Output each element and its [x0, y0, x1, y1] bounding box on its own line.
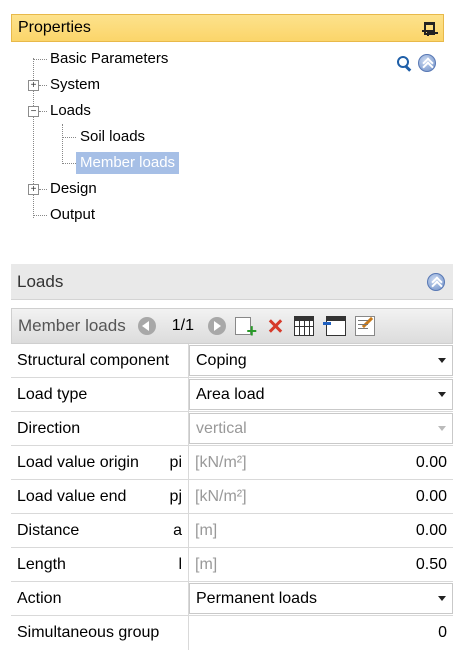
- page-indicator: 1/1: [171, 317, 194, 334]
- grid-row-load-value-origin: Load value origin pi [kN/m²] 0.00: [11, 446, 453, 480]
- table-icon[interactable]: [293, 316, 314, 336]
- tree-item-basic-parameters[interactable]: Basic Parameters: [50, 48, 168, 70]
- load-value-origin-input[interactable]: [kN/m²] 0.00: [189, 446, 453, 479]
- row-label: Direction: [11, 412, 189, 445]
- tree-item-system[interactable]: System: [50, 74, 100, 96]
- tree-item-member-loads[interactable]: Member loads: [76, 152, 180, 174]
- row-label: Distance a: [11, 514, 189, 547]
- grid-row-distance: Distance a [m] 0.00: [11, 514, 453, 548]
- chevron-down-icon[interactable]: [438, 596, 446, 601]
- edit-icon[interactable]: [354, 316, 375, 336]
- grid-row-load-type: Load type Area load: [11, 378, 453, 412]
- grid-row-simultaneous-group: Simultaneous group 0: [11, 616, 453, 650]
- toolbar-title: Member loads: [18, 316, 126, 335]
- row-label: Action: [11, 582, 189, 615]
- grid-row-length: Length l [m] 0.50: [11, 548, 453, 582]
- tree-item-soil-loads[interactable]: Soil loads: [80, 126, 145, 148]
- loads-panel-header: Loads: [11, 264, 453, 300]
- load-value-end-input[interactable]: [kN/m²] 0.00: [189, 480, 453, 513]
- length-input[interactable]: [m] 0.50: [189, 548, 453, 581]
- direction-select: vertical: [189, 413, 453, 444]
- system-expander[interactable]: +: [28, 80, 39, 91]
- row-label: Length l: [11, 548, 189, 581]
- properties-title: Properties: [18, 19, 91, 36]
- properties-header: Properties: [11, 14, 444, 42]
- row-label: Load type: [11, 378, 189, 411]
- tree-item-output[interactable]: Output: [50, 204, 95, 226]
- simultaneous-group-input[interactable]: 0: [189, 616, 453, 650]
- grid-row-direction: Direction vertical: [11, 412, 453, 446]
- chevron-down-icon[interactable]: [438, 392, 446, 397]
- loads-expander[interactable]: −: [28, 106, 39, 117]
- tree-item-loads[interactable]: Loads: [50, 100, 91, 122]
- row-label: Load value origin pi: [11, 446, 189, 479]
- search-icon[interactable]: [396, 55, 412, 71]
- next-icon[interactable]: [207, 317, 226, 335]
- pin-icon[interactable]: [421, 20, 435, 36]
- chevron-down-icon: [438, 426, 446, 431]
- property-grid: Structural component Coping Load type Ar…: [11, 344, 453, 650]
- navigation-tree: + − + Basic Parameters System Loads Soil…: [0, 44, 453, 234]
- import-table-icon[interactable]: [322, 316, 346, 336]
- grid-row-load-value-end: Load value end pj [kN/m²] 0.00: [11, 480, 453, 514]
- loads-panel-title: Loads: [17, 271, 64, 291]
- row-label: Load value end pj: [11, 480, 189, 513]
- design-expander[interactable]: +: [28, 184, 39, 195]
- grid-row-action: Action Permanent loads: [11, 582, 453, 616]
- row-label: Simultaneous group: [11, 616, 189, 650]
- member-loads-toolbar: Member loads 1/1: [11, 308, 453, 344]
- tree-tools: [396, 54, 436, 72]
- action-select[interactable]: Permanent loads: [189, 583, 453, 614]
- grid-row-structural-component: Structural component Coping: [11, 344, 453, 378]
- previous-icon[interactable]: [137, 317, 156, 335]
- tree-item-design[interactable]: Design: [50, 178, 97, 200]
- add-load-icon[interactable]: [234, 317, 257, 342]
- row-label: Structural component: [11, 344, 189, 377]
- distance-input[interactable]: [m] 0.00: [189, 514, 453, 547]
- load-type-select[interactable]: Area load: [189, 379, 453, 410]
- collapse-up-icon[interactable]: [418, 54, 436, 72]
- delete-icon[interactable]: [265, 316, 285, 336]
- structural-component-select[interactable]: Coping: [189, 345, 453, 376]
- chevron-down-icon[interactable]: [438, 358, 446, 363]
- collapse-up-icon[interactable]: [427, 272, 445, 291]
